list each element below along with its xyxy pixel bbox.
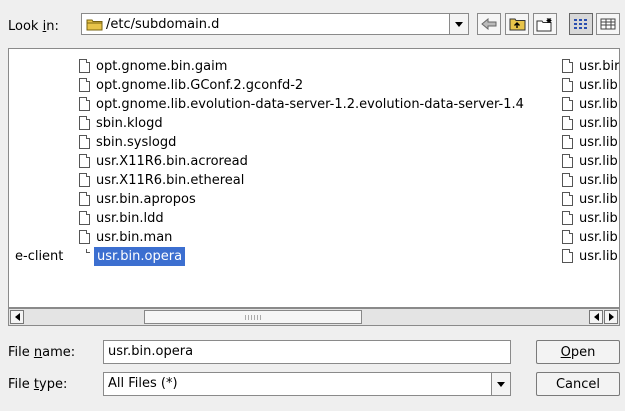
file-icon: [79, 116, 90, 130]
file-icon: [79, 97, 90, 111]
detail-view-button[interactable]: [596, 13, 620, 35]
list-item-label: usr.X11R6.bin.acroread: [96, 154, 248, 169]
file-icon: [79, 192, 90, 206]
file-icon: [79, 59, 90, 73]
back-button[interactable]: [477, 13, 501, 35]
grip-icon: [245, 315, 263, 320]
list-item-label: usr.lib: [579, 249, 618, 264]
list-item-label: sbin.syslogd: [96, 135, 177, 150]
file-name-label: File name:: [8, 345, 76, 360]
arrow-left-icon: [14, 313, 20, 321]
file-icon: [79, 135, 90, 149]
file-icon: [562, 154, 573, 168]
arrow-right-icon: [608, 313, 614, 321]
file-icon: [79, 211, 90, 225]
chevron-down-icon[interactable]: [491, 373, 510, 395]
list-item-label: usr.lib: [579, 230, 618, 245]
up-folder-button[interactable]: [505, 13, 529, 35]
file-list[interactable]: e-client opt.gnome.bin.gaim opt.gnome.lib…: [8, 48, 620, 308]
list-item-label: sbin.klogd: [96, 116, 163, 131]
file-name-value: usr.bin.opera: [108, 344, 194, 359]
list-item-label: usr.lib: [579, 192, 618, 207]
list-item-label: e-client: [15, 249, 64, 264]
list-item-label: usr.lib: [579, 154, 618, 169]
list-item-label: usr.lib: [579, 116, 618, 131]
parent-folder-icon: [509, 18, 525, 31]
arrow-left-icon: [593, 313, 599, 321]
chevron-down-icon[interactable]: [449, 14, 468, 34]
list-item-fragment[interactable]: e-client: [15, 247, 63, 266]
look-in-label: Look in:: [8, 19, 59, 34]
file-icon: [562, 78, 573, 92]
file-icon: [562, 230, 573, 244]
list-item-label: usr.bin.ldd: [96, 211, 164, 226]
list-item-label: usr.bin.opera: [94, 247, 186, 266]
file-icon: [79, 78, 90, 92]
file-icon: [562, 249, 573, 263]
list-view-icon: [574, 19, 587, 29]
open-button[interactable]: Open: [536, 340, 620, 364]
file-icon: [562, 173, 573, 187]
look-in-combo[interactable]: /etc/subdomain.d: [81, 13, 469, 35]
file-type-value: All Files (*): [108, 376, 178, 391]
detail-view-icon: [600, 18, 616, 30]
list-item-label: usr.bin.apropos: [96, 192, 196, 207]
look-in-path: /etc/subdomain.d: [106, 17, 220, 32]
file-type-label: File type:: [8, 377, 68, 392]
file-name-input[interactable]: usr.bin.opera: [103, 340, 511, 364]
file-icon: [79, 230, 90, 244]
scroll-left-button-2[interactable]: [589, 310, 603, 324]
file-type-combo[interactable]: All Files (*): [103, 372, 511, 396]
cancel-button[interactable]: Cancel: [536, 372, 620, 396]
list-item-label: usr.bir: [579, 59, 620, 74]
back-arrow-icon: [481, 18, 497, 30]
file-icon: [562, 192, 573, 206]
scroll-left-button[interactable]: [10, 310, 24, 324]
horizontal-scrollbar[interactable]: [8, 308, 620, 326]
new-folder-button[interactable]: [533, 13, 557, 35]
file-icon: [79, 173, 90, 187]
list-item-label: usr.lib: [579, 211, 618, 226]
new-folder-icon: [536, 17, 552, 31]
file-icon: [79, 154, 90, 168]
scrollbar-thumb[interactable]: [144, 310, 362, 324]
list-item-label: usr.lib: [579, 78, 618, 93]
file-icon: [562, 59, 573, 73]
list-item-label: usr.lib: [579, 135, 618, 150]
file-icon: [79, 249, 90, 263]
list-item-label: usr.lib: [579, 97, 618, 112]
list-item-label: opt.gnome.lib.GConf.2.gconfd-2: [96, 78, 304, 93]
file-icon: [562, 135, 573, 149]
list-item-label: usr.bin.man: [96, 230, 173, 245]
file-icon: [562, 211, 573, 225]
scroll-right-button[interactable]: [604, 310, 618, 324]
folder-icon: [86, 17, 103, 35]
file-icon: [562, 97, 573, 111]
list-item-label: usr.X11R6.bin.ethereal: [96, 173, 245, 188]
list-view-button[interactable]: [569, 13, 593, 35]
list-item-label: opt.gnome.bin.gaim: [96, 59, 228, 74]
list-item-label: usr.lib: [579, 173, 618, 188]
file-icon: [562, 116, 573, 130]
list-item-label: opt.gnome.lib.evolution-data-server-1.2.…: [96, 97, 524, 112]
